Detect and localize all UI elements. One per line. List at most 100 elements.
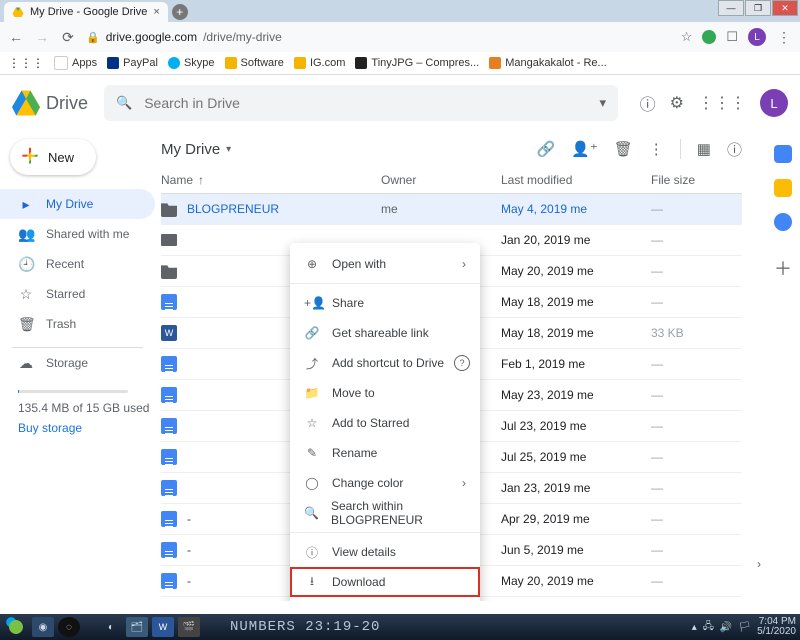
col-size[interactable]: File size (651, 173, 742, 187)
back-button[interactable]: ← (8, 29, 24, 45)
menu-item-add-shortcut-to-drive[interactable]: ⤴Add shortcut to Drive? (290, 348, 480, 378)
file-modified: Jul 23, 2019 me (501, 419, 651, 433)
menu-item-open-with[interactable]: ⊕Open with› (290, 249, 480, 279)
menu-item-label: Add to Starred (332, 416, 409, 430)
grid-view-icon[interactable]: ▦ (697, 140, 711, 158)
file-row[interactable]: BLOGPRENEURmeMay 4, 2019 me— (161, 194, 742, 225)
breadcrumb-label: My Drive (161, 141, 220, 158)
keep-addon-icon[interactable] (774, 179, 792, 197)
drive-logo[interactable]: Drive (12, 89, 88, 117)
taskbar-explorer-icon[interactable]: 🗂 (126, 617, 148, 637)
tray-icon[interactable]: 🏳 (738, 622, 751, 633)
col-name[interactable]: Name↑ (161, 173, 381, 187)
search-input[interactable] (142, 94, 589, 112)
menu-item-get-shareable-link[interactable]: 🔗Get shareable link (290, 318, 480, 348)
sidebar-item-recent[interactable]: 🕘Recent (0, 249, 155, 279)
menu-item-move-to[interactable]: 📁Move to (290, 378, 480, 408)
chrome-profile-avatar[interactable]: L (748, 28, 766, 46)
addons-plus-icon[interactable]: ＋ (774, 255, 792, 281)
file-name: BLOGPRENEUR (187, 202, 279, 216)
minimize-button[interactable]: — (718, 0, 744, 16)
search-bar[interactable]: 🔍 ▾ (104, 85, 618, 121)
sidebar-item-trash[interactable]: 🗑Trash (0, 309, 155, 339)
menu-item-rename[interactable]: ✎Rename (290, 438, 480, 468)
bookmark-item[interactable]: PayPal (107, 57, 158, 69)
close-window-button[interactable]: ✕ (772, 0, 798, 16)
sidebar-item-my-drive[interactable]: ▸My Drive (0, 189, 155, 219)
menu-item-search-within-blogpreneur[interactable]: 🔍Search within BLOGPRENEUR (290, 498, 480, 528)
bookmark-item[interactable]: Software (225, 57, 284, 69)
menu-item-view-details[interactable]: ⓘView details (290, 537, 480, 567)
tasks-addon-icon[interactable] (774, 213, 792, 231)
forward-button[interactable]: → (34, 29, 50, 45)
menu-item-icon: ⤴ (304, 355, 320, 372)
background-tab[interactable] (280, 2, 326, 22)
apps-grid-icon[interactable]: ⋮⋮⋮ (698, 93, 746, 113)
menu-item-label: Open with (332, 257, 386, 271)
background-tab[interactable] (234, 2, 280, 22)
apps-shortcut-icon[interactable]: ⋮⋮⋮ (8, 56, 44, 70)
lock-icon: 🔒 (86, 31, 100, 44)
new-button[interactable]: ＋ New (10, 139, 96, 175)
share-person-icon[interactable]: 👤⁺ (571, 140, 598, 158)
buy-storage-link[interactable]: Buy storage (0, 421, 155, 435)
col-owner[interactable]: Owner (381, 173, 501, 187)
file-name: - (187, 574, 191, 588)
bookmark-item[interactable]: Skype (168, 57, 215, 69)
chrome-menu-icon[interactable]: ⋮ (776, 29, 792, 46)
nav-icon: 🕘 (18, 256, 34, 273)
bookmark-item[interactable]: Apps (54, 56, 97, 70)
tray-icon[interactable]: ▴ (692, 622, 697, 633)
clock-date: 5/1/2020 (757, 627, 796, 637)
drive-favicon-icon (12, 6, 24, 18)
menu-item-icon: 🔍 (304, 506, 319, 520)
menu-item-download[interactable]: ⭳Download (290, 567, 480, 597)
start-button[interactable] (4, 615, 28, 639)
url-field[interactable]: 🔒 drive.google.com/drive/my-drive (86, 30, 671, 44)
taskbar-chrome-icon[interactable]: ◉ (32, 617, 54, 637)
sidebar-item-starred[interactable]: ☆Starred (0, 279, 155, 309)
bookmark-item[interactable]: TinyJPG – Compres... (355, 57, 479, 69)
taskbar-app-icon[interactable]: ◐ (100, 617, 122, 637)
menu-item-change-color[interactable]: ◯Change color› (290, 468, 480, 498)
tab-close-icon[interactable]: × (153, 6, 159, 18)
bookmark-star-icon[interactable]: ☆ (681, 29, 693, 45)
menu-item-icon: 📁 (304, 386, 320, 400)
get-link-icon[interactable]: 🔗 (536, 140, 555, 158)
more-actions-icon[interactable]: ⋮ (649, 140, 664, 158)
maximize-button[interactable]: ❐ (745, 0, 771, 16)
sidebar-item-shared-with-me[interactable]: 👥Shared with me (0, 219, 155, 249)
account-avatar[interactable]: L (760, 89, 788, 117)
tray-volume-icon[interactable]: 🔊 (720, 622, 732, 633)
trash-icon[interactable]: 🗑 (614, 140, 633, 158)
bookmark-item[interactable]: Mangakakalot - Re... (489, 57, 607, 69)
tray-icon[interactable]: 🖧 (703, 619, 714, 636)
background-tab[interactable] (188, 2, 234, 22)
details-pane-icon[interactable]: ⓘ (727, 139, 742, 160)
settings-gear-icon[interactable]: ⚙ (670, 93, 684, 113)
support-icon[interactable]: ⓘ (640, 91, 656, 115)
sidebar-storage[interactable]: ☁ Storage (0, 348, 155, 378)
taskbar-word-icon[interactable]: W (152, 617, 174, 637)
browser-tab-active[interactable]: My Drive - Google Drive × (4, 2, 168, 22)
taskbar-app-icon[interactable]: ◌ (58, 617, 80, 637)
help-icon[interactable]: ? (454, 355, 470, 371)
calendar-addon-icon[interactable] (774, 145, 792, 163)
breadcrumb[interactable]: My Drive ▾ (161, 141, 231, 158)
menu-item-share[interactable]: +👤Share (290, 288, 480, 318)
system-clock[interactable]: 7:04 PM 5/1/2020 (757, 617, 796, 637)
taskbar-app-icon[interactable]: 🎬 (178, 617, 200, 637)
side-rail: ＋ (766, 131, 800, 601)
scroll-right-icon[interactable]: › (757, 557, 761, 571)
col-modified[interactable]: Last modified (501, 173, 651, 187)
nav-icon: 👥 (18, 226, 34, 243)
reload-button[interactable]: ⟳ (60, 29, 76, 46)
file-size: 33 KB (651, 326, 742, 340)
translate-icon[interactable]: ☐ (726, 29, 738, 45)
search-options-icon[interactable]: ▾ (599, 95, 606, 111)
bookmark-item[interactable]: IG.com (294, 57, 345, 69)
taskbar-window-title[interactable]: NUMBERS 23:19-20 (230, 619, 380, 635)
new-tab-button[interactable]: + (172, 4, 188, 20)
extension-icon[interactable] (702, 30, 716, 44)
menu-item-add-to-starred[interactable]: ☆Add to Starred (290, 408, 480, 438)
